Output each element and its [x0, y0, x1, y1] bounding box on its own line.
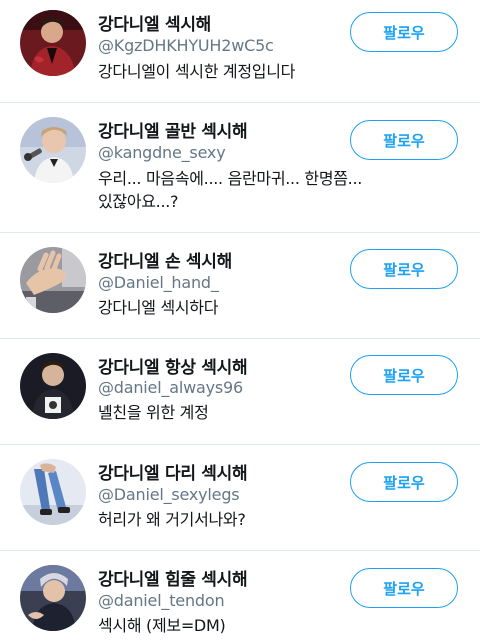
person-microphone-avatar-icon — [20, 117, 86, 183]
person-silver-hair-avatar-icon — [20, 565, 86, 631]
account-handle[interactable]: @kangdne_sexy — [98, 143, 226, 162]
bio-line: 강다니엘이 섹시한 계정입니다 — [98, 62, 296, 81]
bio-line: 녤친을 위한 계정 — [98, 403, 209, 422]
avatar[interactable] — [20, 353, 86, 419]
follow-button[interactable]: 팔로우 — [350, 462, 458, 502]
bio-line: 강다니엘 섹시하다 — [98, 298, 219, 317]
list-item[interactable]: 강다니엘 다리 섹시해 @Daniel_sexylegs 허리가 왜 거기서나와… — [0, 445, 480, 551]
list-item[interactable]: 강다니엘 손 섹시해 @Daniel_hand_ 강다니엘 섹시하다 팔로우 — [0, 233, 480, 339]
list-item[interactable]: 강다니엘 힘줄 섹시해 @daniel_tendon 섹시해 (제보=DM) 팔… — [0, 551, 480, 642]
account-bio: 강다니엘이 섹시한 계정입니다 — [98, 60, 428, 83]
legs-avatar-icon — [20, 459, 86, 525]
avatar[interactable] — [20, 565, 86, 631]
account-handle[interactable]: @daniel_tendon — [98, 591, 225, 610]
follow-button[interactable]: 팔로우 — [350, 249, 458, 289]
follow-button[interactable]: 팔로우 — [350, 355, 458, 395]
list-item[interactable]: 강다니엘 항상 섹시해 @daniel_always96 녤친을 위한 계정 팔… — [0, 339, 480, 445]
bio-line: 우리... 마음속에.... 음란마귀... 한명쯤... — [98, 169, 363, 188]
account-name[interactable]: 강다니엘 힘줄 섹시해 — [98, 565, 248, 590]
person-red-suit-avatar-icon — [20, 10, 86, 76]
account-bio: 우리... 마음속에.... 음란마귀... 한명쯤... 있잖아요...? — [98, 167, 428, 213]
account-bio: 섹시해 (제보=DM) — [98, 614, 428, 637]
follow-button[interactable]: 팔로우 — [350, 120, 458, 160]
follow-button[interactable]: 팔로우 — [350, 12, 458, 52]
account-name[interactable]: 강다니엘 손 섹시해 — [98, 247, 232, 272]
account-handle[interactable]: @Daniel_hand_ — [98, 273, 219, 292]
list-item[interactable]: 강다니엘 골반 섹시해 @kangdne_sexy 우리... 마음속에....… — [0, 103, 480, 233]
account-name[interactable]: 강다니엘 섹시해 — [98, 10, 211, 35]
person-dark-stage-avatar-icon — [20, 353, 86, 419]
account-name[interactable]: 강다니엘 골반 섹시해 — [98, 117, 248, 142]
account-name[interactable]: 강다니엘 항상 섹시해 — [98, 353, 248, 378]
bio-line: 있잖아요...? — [98, 192, 179, 211]
avatar[interactable] — [20, 459, 86, 525]
avatar[interactable] — [20, 247, 86, 313]
list-item[interactable]: 강다니엘 섹시해 @KgzDHKHYUH2wC5c 강다니엘이 섹시한 계정입니… — [0, 0, 480, 103]
account-handle[interactable]: @daniel_always96 — [98, 378, 243, 397]
account-list: 강다니엘 섹시해 @KgzDHKHYUH2wC5c 강다니엘이 섹시한 계정입니… — [0, 0, 480, 642]
bio-line: 허리가 왜 거기서나와? — [98, 510, 246, 529]
account-bio: 허리가 왜 거기서나와? — [98, 508, 428, 531]
avatar[interactable] — [20, 117, 86, 183]
account-bio: 강다니엘 섹시하다 — [98, 296, 428, 319]
account-name[interactable]: 강다니엘 다리 섹시해 — [98, 459, 248, 484]
hand-avatar-icon — [20, 247, 86, 313]
avatar[interactable] — [20, 10, 86, 76]
follow-button[interactable]: 팔로우 — [350, 568, 458, 608]
account-handle[interactable]: @Daniel_sexylegs — [98, 485, 240, 504]
account-handle[interactable]: @KgzDHKHYUH2wC5c — [98, 36, 274, 55]
bio-line: 섹시해 (제보=DM) — [98, 616, 226, 635]
account-bio: 녤친을 위한 계정 — [98, 401, 428, 424]
